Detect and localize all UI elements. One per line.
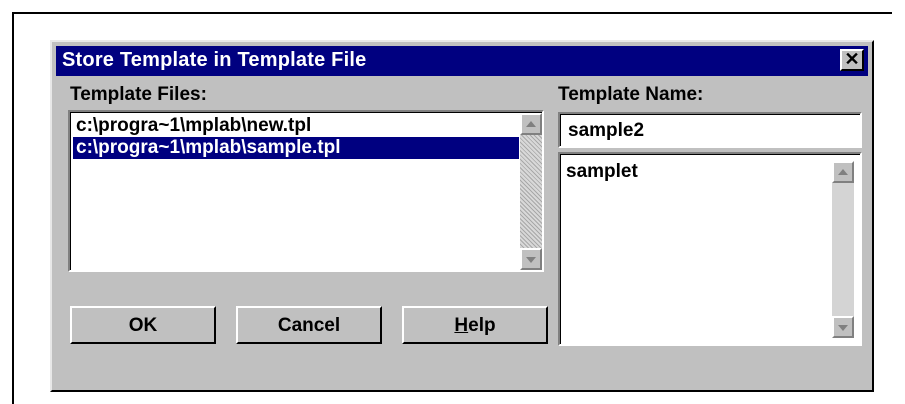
- list-item-new-tpl[interactable]: c:\progra~1\mplab\new.tpl: [73, 115, 519, 137]
- template-name-field[interactable]: [558, 112, 862, 148]
- template-name-input[interactable]: [564, 118, 862, 144]
- template-files-list-inner: c:\progra~1\mplab\new.tpl c:\progra~1\mp…: [70, 112, 542, 270]
- scroll-down-arrow-icon: [838, 325, 848, 331]
- help-hotkey: H: [454, 314, 469, 336]
- ok-button[interactable]: OK: [70, 306, 216, 344]
- title-bar[interactable]: Store Template in Template File ✕: [56, 46, 868, 76]
- dialog-title: Store Template in Template File: [62, 49, 367, 71]
- close-button[interactable]: ✕: [840, 49, 864, 71]
- template-name-label: Template Name:: [558, 84, 704, 105]
- scroll-up-arrow-icon: [838, 169, 848, 175]
- help-label-rest: elp: [468, 314, 496, 336]
- close-icon: ✕: [844, 49, 860, 69]
- scroll-down-arrow-icon: [526, 257, 536, 263]
- cancel-button[interactable]: Cancel: [236, 306, 382, 344]
- template-names-list-inner: samplet: [560, 154, 860, 344]
- scroll-down-button[interactable]: [520, 248, 542, 270]
- list-item-sample-tpl[interactable]: c:\progra~1\mplab\sample.tpl: [73, 137, 519, 159]
- template-files-list[interactable]: c:\progra~1\mplab\new.tpl c:\progra~1\mp…: [68, 110, 544, 272]
- help-button[interactable]: Help: [402, 306, 548, 344]
- frame-left-border: [12, 12, 14, 404]
- store-template-dialog: Store Template in Template File ✕ Templa…: [50, 40, 874, 392]
- template-files-scrollbar[interactable]: [520, 113, 542, 270]
- scroll-up-button[interactable]: [832, 161, 854, 183]
- template-names-scrollbar[interactable]: [832, 161, 854, 338]
- list-item-samplet[interactable]: samplet: [563, 161, 823, 183]
- scroll-down-button[interactable]: [832, 316, 854, 338]
- template-files-label: Template Files:: [70, 84, 207, 105]
- template-name-field-inner: [560, 114, 862, 146]
- scroll-up-arrow-icon: [526, 121, 536, 127]
- scroll-up-button[interactable]: [520, 113, 542, 135]
- cancel-label: Cancel: [277, 314, 341, 336]
- template-names-list[interactable]: samplet: [558, 152, 862, 346]
- frame-top-border: [12, 12, 892, 14]
- ok-label: OK: [128, 314, 158, 336]
